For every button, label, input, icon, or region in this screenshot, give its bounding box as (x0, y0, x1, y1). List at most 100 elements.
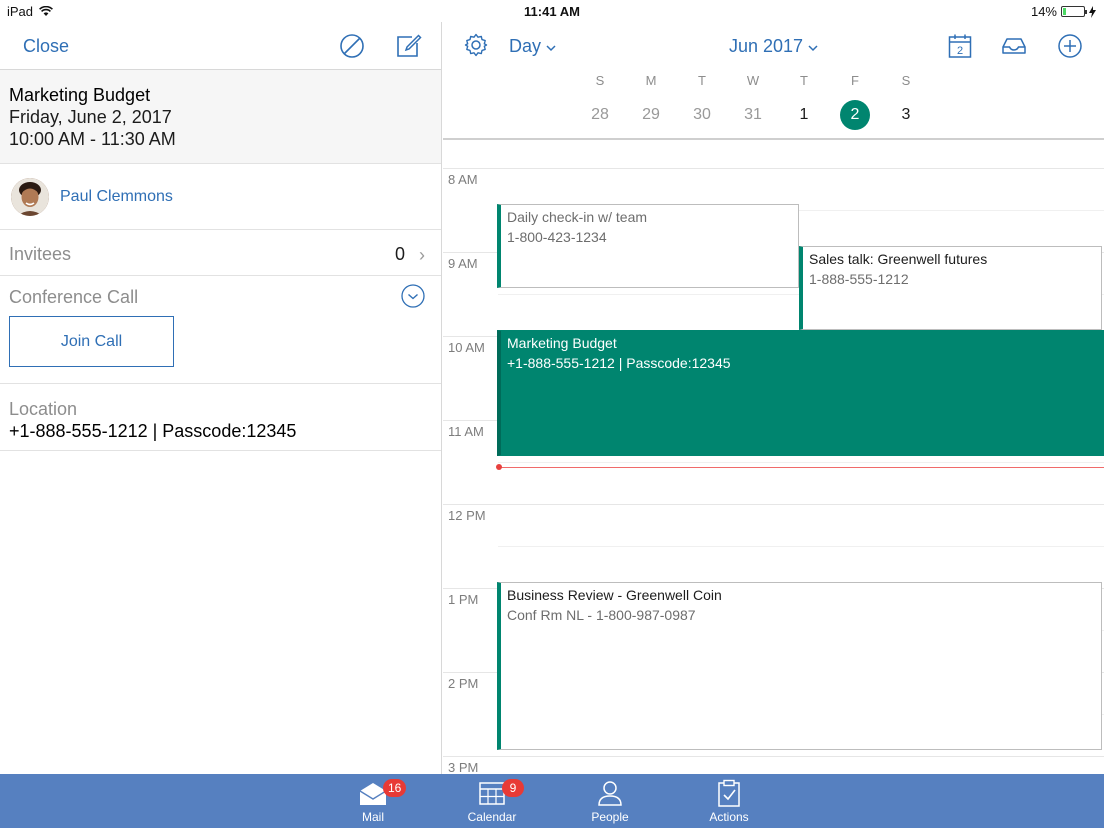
invitees-row[interactable]: Invitees 0 › (0, 230, 441, 276)
clipboard-check-icon (718, 779, 740, 807)
week-date[interactable]: 28 (585, 100, 615, 130)
cancel-event-icon[interactable] (338, 32, 366, 60)
week-date[interactable]: 30 (687, 100, 717, 130)
join-call-button[interactable]: Join Call (9, 316, 174, 367)
hour-label: 1 PM (448, 592, 479, 607)
event-subtitle: 1-888-555-1212 (809, 271, 909, 287)
month-label: Jun 2017 (728, 36, 804, 56)
event-subtitle: 1-800-423-1234 (507, 229, 607, 245)
weekday-letter: T (698, 73, 706, 88)
month-select[interactable]: Jun 2017 (729, 36, 818, 56)
current-time-dot (496, 464, 502, 470)
event-title: Marketing Budget (507, 335, 617, 351)
hour-line (443, 756, 1104, 757)
event-title: Sales talk: Greenwell futures (809, 251, 988, 267)
event-title: Marketing Budget (9, 85, 151, 105)
conference-label: Conference Call (9, 287, 139, 307)
weekday-letter: S (595, 73, 605, 88)
add-event-icon[interactable] (1056, 32, 1084, 60)
unread-badge: 9 (502, 779, 524, 797)
view-mode-label: Day (509, 36, 542, 56)
hour-label: 10 AM (448, 340, 485, 355)
avatar (11, 178, 49, 216)
invitees-count: 0 (394, 244, 405, 264)
inbox-icon[interactable] (1000, 32, 1028, 60)
week-strip: S M T W T F S 28 29 30 31 1 2 3 (443, 70, 1104, 140)
hour-label: 2 PM (448, 676, 479, 691)
chevron-right-icon: › (419, 245, 425, 265)
week-date[interactable]: 1 (789, 100, 819, 130)
tab-label: Actions (709, 810, 749, 824)
calendar-event[interactable]: Business Review - Greenwell Coin Conf Rm … (497, 582, 1102, 750)
hour-label: 11 AM (448, 424, 484, 439)
event-subtitle: +1-888-555-1212 | Passcode:12345 (507, 355, 731, 371)
weekday-letter: M (645, 73, 657, 88)
close-button[interactable]: Close (23, 36, 69, 57)
invitees-label: Invitees (9, 244, 72, 264)
avatar-image (11, 178, 49, 216)
status-bar: iPad 11:41 AM 14% (0, 0, 1104, 22)
event-time-range: 10:00 AM - 11:30 AM (9, 129, 176, 149)
calendar-event[interactable]: Daily check-in w/ team 1-800-423-1234 (497, 204, 799, 288)
calendar-event[interactable]: Marketing Budget +1-888-555-1212 | Passco… (497, 330, 1104, 456)
current-time-line (498, 467, 1104, 468)
tab-actions[interactable]: Actions (689, 778, 769, 824)
calendar-pane: Day Jun 2017 2 S M T W T F S 28 29 30 31 1 2 3 8 AM 9 (443, 22, 1104, 774)
edit-icon[interactable] (394, 32, 422, 60)
day-grid: 8 AM 9 AM 10 AM 11 AM 12 PM 1 PM 2 PM 3 PM Daily… (443, 142, 1104, 774)
calendar-toolbar: Day Jun 2017 2 (443, 22, 1104, 70)
today-calendar-icon[interactable]: 2 (946, 32, 974, 60)
event-title: Business Review - Greenwell Coin (507, 587, 722, 603)
hour-label: 3 PM (448, 760, 479, 774)
tab-calendar[interactable]: Calendar 9 (452, 778, 532, 824)
half-hour-line (498, 546, 1104, 547)
weekday-letter: F (851, 73, 859, 88)
detail-toolbar: Close (0, 22, 441, 70)
person-icon (598, 781, 622, 806)
half-hour-line (498, 462, 1104, 463)
charging-icon (1089, 5, 1096, 18)
chevron-down-icon (808, 45, 818, 52)
hour-line (443, 168, 1104, 169)
status-right: 14% (1031, 4, 1096, 19)
location-label: Location (9, 399, 78, 419)
today-number: 2 (957, 45, 963, 57)
week-date[interactable]: 31 (738, 100, 768, 130)
tab-label: Calendar (467, 810, 517, 824)
weekday-letter: T (800, 73, 808, 88)
tab-label: People (591, 810, 629, 824)
gear-icon[interactable] (463, 32, 489, 58)
unread-badge: 16 (383, 779, 407, 797)
event-subtitle: Conf Rm NL - 1-800-987-0987 (507, 607, 696, 623)
tab-bar: Mail 16 Calendar 9 People Actions (0, 774, 1104, 828)
tab-label: Mail (361, 810, 384, 824)
battery-icon (1061, 6, 1087, 17)
hour-line (443, 504, 1104, 505)
hour-label: 8 AM (448, 172, 478, 187)
battery-percent: 14% (1030, 4, 1057, 19)
tab-mail[interactable]: Mail 16 (333, 778, 413, 824)
battery-level (1063, 8, 1067, 15)
event-title: Daily check-in w/ team (507, 209, 648, 225)
organizer-name[interactable]: Paul Clemmons (60, 188, 173, 206)
location-section: Location +1-888-555-1212 | Passcode:1234… (0, 384, 441, 451)
event-detail-pane: Close Marketing Budget Friday, June 2, 2… (0, 22, 442, 774)
chevron-down-circle-icon[interactable] (401, 284, 425, 308)
event-date: Friday, June 2, 2017 (9, 107, 172, 127)
week-date[interactable]: 3 (891, 100, 921, 130)
week-date[interactable]: 29 (636, 100, 666, 130)
weekday-letter: S (901, 73, 911, 88)
location-value: +1-888-555-1212 | Passcode:12345 (9, 421, 297, 441)
organizer-row[interactable]: Paul Clemmons (0, 164, 441, 230)
hour-label: 12 PM (448, 508, 486, 523)
chevron-down-icon (546, 45, 556, 52)
conference-section: Conference Call Join Call (0, 276, 441, 384)
selected-date[interactable]: 2 (840, 100, 870, 130)
tab-people[interactable]: People (570, 778, 650, 824)
calendar-event[interactable]: Sales talk: Greenwell futures 1-888-555-1… (799, 246, 1102, 330)
view-mode-select[interactable]: Day (509, 36, 556, 57)
weekday-letter: W (746, 73, 760, 88)
status-time: 11:41 AM (524, 4, 580, 19)
hour-label: 9 AM (448, 256, 478, 271)
event-summary: Marketing Budget Friday, June 2, 2017 10… (0, 70, 441, 164)
